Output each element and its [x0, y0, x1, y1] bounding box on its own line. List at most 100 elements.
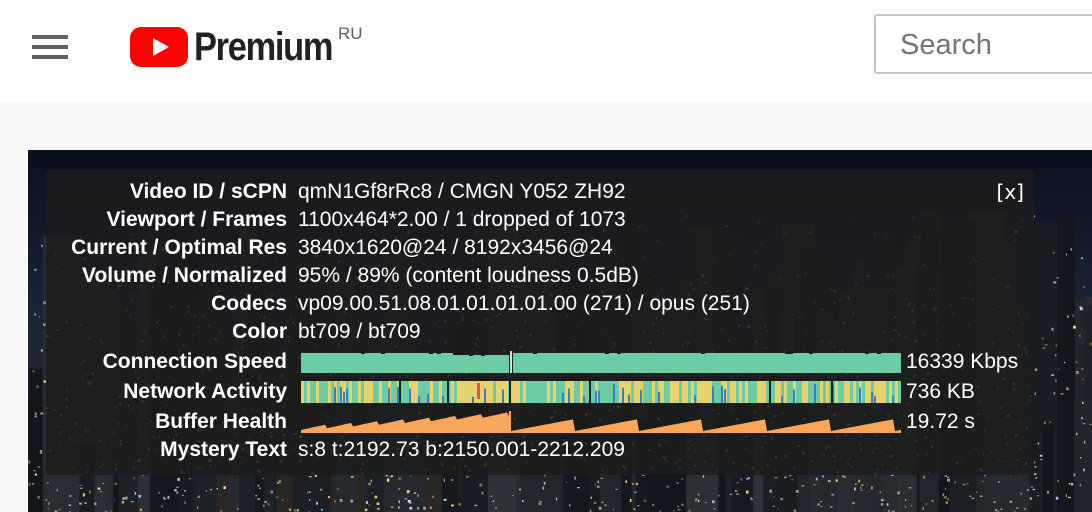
- speed-bar: [833, 353, 837, 373]
- light: [1037, 442, 1040, 445]
- activity-spike: [427, 393, 429, 403]
- light: [45, 499, 48, 501]
- activity-bar: [778, 381, 781, 403]
- stat-row-connection-speed: Connection Speed 16339 Kbps: [46, 348, 1034, 376]
- light: [1000, 508, 1003, 510]
- speed-bar: [405, 353, 409, 373]
- light: [334, 500, 336, 503]
- activity-bar: [664, 381, 667, 403]
- light: [1081, 416, 1083, 420]
- speed-bar: [705, 353, 709, 373]
- speed-bar: [489, 355, 493, 373]
- speed-bar: [401, 353, 405, 373]
- speed-bar: [569, 353, 573, 373]
- speed-bar: [361, 354, 365, 373]
- light: [795, 490, 799, 493]
- speed-bar: [433, 353, 437, 373]
- menu-line: [32, 45, 68, 49]
- activity-bar: [490, 381, 493, 403]
- activity-bar: [646, 381, 649, 403]
- speed-bar: [477, 355, 481, 373]
- building: [29, 368, 42, 512]
- light: [38, 316, 41, 318]
- activity-bar: [580, 381, 583, 403]
- speed-bar: [737, 353, 741, 373]
- light: [827, 480, 831, 483]
- activity-bar: [703, 381, 706, 403]
- speed-bar: [645, 353, 649, 373]
- activity-bar: [352, 381, 355, 403]
- speed-bar: [665, 353, 669, 373]
- light: [821, 475, 824, 478]
- light: [121, 501, 125, 504]
- light: [908, 487, 912, 489]
- activity-bar: [481, 381, 484, 403]
- speed-bar: [709, 353, 713, 373]
- speed-bar: [449, 353, 453, 373]
- light: [1030, 486, 1033, 488]
- light: [56, 488, 58, 492]
- stat-value: 1100x464*2.00 / 1 dropped of 1073: [298, 208, 626, 231]
- light: [68, 504, 71, 506]
- light: [747, 477, 750, 480]
- light: [339, 499, 343, 502]
- speed-bar: [853, 353, 857, 373]
- light: [102, 482, 104, 484]
- speed-bar: [741, 353, 745, 373]
- activity-spike: [712, 386, 714, 403]
- light: [495, 507, 497, 509]
- activity-bar: [358, 381, 361, 403]
- light: [1051, 327, 1054, 331]
- light: [1068, 482, 1071, 485]
- light: [944, 488, 946, 490]
- speed-bar: [357, 353, 361, 373]
- light: [976, 491, 978, 493]
- light: [167, 496, 170, 499]
- light: [139, 508, 143, 512]
- activity-bar: [619, 381, 622, 403]
- light: [612, 508, 614, 511]
- search-box[interactable]: [874, 14, 1092, 74]
- light: [398, 506, 400, 509]
- activity-bar: [304, 381, 307, 403]
- hamburger-menu-icon[interactable]: [28, 30, 72, 64]
- light: [597, 480, 599, 484]
- light: [1082, 378, 1084, 381]
- speed-bar: [413, 353, 417, 373]
- activity-bar: [526, 381, 529, 403]
- light: [398, 500, 400, 504]
- light: [791, 479, 794, 481]
- light: [32, 370, 35, 373]
- light: [134, 492, 137, 495]
- light: [174, 489, 177, 492]
- light: [697, 493, 700, 496]
- activity-bar: [799, 381, 802, 403]
- speed-bar: [529, 353, 533, 373]
- speed-bar: [801, 353, 805, 373]
- search-input[interactable]: [900, 26, 1092, 64]
- activity-bar: [313, 381, 316, 403]
- speed-bar: [333, 353, 337, 373]
- speed-bar: [421, 353, 425, 373]
- activity-bar: [553, 381, 556, 403]
- stat-value[interactable]: qmN1Gf8rRc8 / CMGN Y052 ZH92: [298, 178, 626, 206]
- light: [925, 503, 928, 505]
- light: [1067, 496, 1071, 499]
- stat-label: Volume / Normalized: [82, 264, 287, 287]
- activity-bar: [322, 381, 325, 403]
- speed-bar: [857, 353, 861, 373]
- light: [698, 499, 700, 503]
- speed-bar: [829, 353, 833, 373]
- speed-bar: [849, 353, 853, 373]
- activity-spike: [343, 391, 345, 403]
- light: [270, 490, 273, 494]
- speed-bar: [877, 354, 881, 373]
- light: [1042, 347, 1046, 349]
- speed-bar: [305, 353, 309, 373]
- speed-bar: [481, 356, 485, 373]
- network-activity-graph: [301, 381, 901, 403]
- speed-bar: [617, 354, 621, 373]
- light: [681, 503, 684, 507]
- activity-bar: [880, 381, 883, 403]
- light: [1020, 492, 1022, 495]
